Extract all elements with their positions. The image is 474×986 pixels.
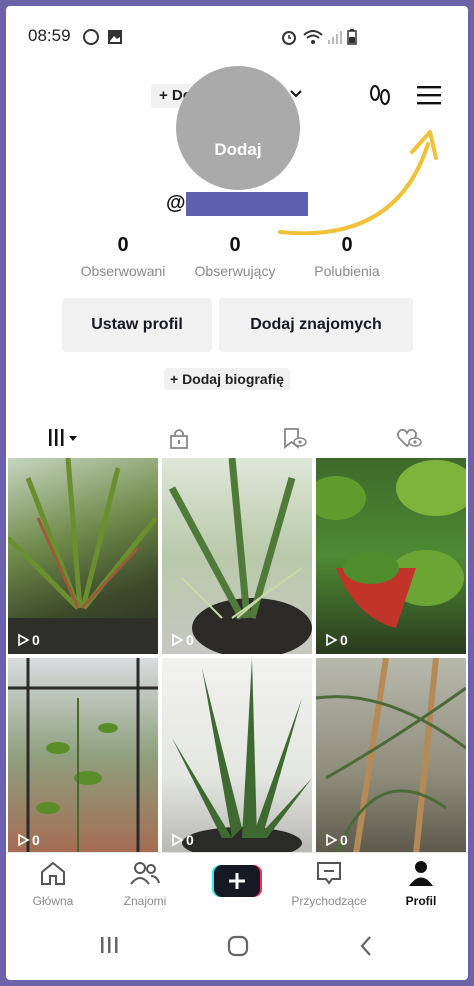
- stat-followers-value: 0: [229, 234, 241, 256]
- view-count: 0: [16, 832, 40, 848]
- tab-videos[interactable]: [6, 414, 121, 462]
- nav-home-label: Główna: [32, 894, 74, 908]
- battery-icon: [347, 29, 357, 45]
- video-thumbnail[interactable]: 0: [162, 458, 312, 654]
- setup-profile-button[interactable]: Ustaw profil: [62, 298, 212, 352]
- gallery-icon: [108, 30, 122, 44]
- footprints-icon[interactable]: [366, 82, 394, 110]
- heart-eye-icon: [396, 428, 422, 448]
- video-grid: 0 0 0 0 0 0: [8, 458, 466, 854]
- plant-thumbnail-image: [168, 458, 312, 654]
- view-count: 0: [324, 832, 348, 848]
- nav-profile-label: Profil: [405, 894, 437, 908]
- video-thumbnail[interactable]: 0: [316, 658, 466, 854]
- bookmark-eye-icon: [283, 428, 307, 449]
- friends-icon: [130, 862, 160, 885]
- phone-screen: 08:59 + Dodaj nazwę Dodaj @ 0 Obserwowan…: [6, 6, 468, 980]
- whatsapp-icon: [83, 29, 99, 45]
- avatar-add-label: Dodaj: [214, 140, 262, 159]
- content-tabs: [6, 414, 468, 462]
- status-time: 08:59: [28, 26, 71, 45]
- handle-prefix: @: [166, 192, 186, 214]
- handle-redaction: [186, 192, 308, 216]
- plant-thumbnail-image: [316, 460, 466, 628]
- plant-thumbnail-image: [316, 658, 466, 854]
- home-icon: [41, 861, 65, 885]
- play-icon: [172, 833, 184, 847]
- stat-following[interactable]: 0 Obserwowani: [68, 234, 178, 279]
- plant-thumbnail-image: [8, 658, 158, 854]
- nav-friends[interactable]: Znajomi: [100, 859, 190, 908]
- status-bar: 08:59: [6, 24, 468, 50]
- home-system-icon[interactable]: [226, 934, 250, 958]
- play-icon: [18, 633, 30, 647]
- signal-icon: [328, 31, 342, 44]
- tab-saved[interactable]: [236, 414, 351, 462]
- video-thumbnail[interactable]: 0: [8, 658, 158, 854]
- video-thumbnail[interactable]: 0: [316, 458, 466, 654]
- system-navigation-bar: [6, 916, 468, 980]
- profile-icon: [409, 861, 433, 886]
- nav-home[interactable]: Główna: [8, 859, 98, 908]
- tab-private[interactable]: [121, 414, 236, 462]
- stat-likes[interactable]: 0 Polubienia: [292, 234, 402, 279]
- lock-icon: [169, 429, 188, 449]
- stat-likes-label: Polubienia: [314, 263, 380, 279]
- play-icon: [326, 633, 338, 647]
- add-friends-button[interactable]: Dodaj znajomych: [219, 298, 413, 352]
- view-count: 0: [170, 832, 194, 848]
- bottom-navigation: Główna Znajomi Przychodzące Profil: [6, 852, 468, 915]
- alarm-icon: [282, 31, 296, 45]
- menu-icon[interactable]: [416, 84, 442, 106]
- annotation-arrow: [278, 130, 438, 236]
- video-thumbnail[interactable]: 0: [8, 458, 158, 654]
- stat-followers-label: Obserwujący: [194, 263, 276, 279]
- stat-followers[interactable]: 0 Obserwujący: [180, 234, 290, 279]
- recent-apps-icon[interactable]: [98, 934, 122, 956]
- nav-inbox[interactable]: Przychodzące: [282, 859, 376, 908]
- stat-following-label: Obserwowani: [80, 263, 166, 279]
- play-icon: [172, 633, 184, 647]
- wifi-icon: [303, 30, 323, 44]
- add-bio-button[interactable]: + Dodaj biografię: [164, 368, 290, 390]
- stat-likes-value: 0: [341, 234, 353, 256]
- plant-thumbnail-image: [172, 658, 312, 854]
- play-icon: [18, 833, 30, 847]
- nav-profile[interactable]: Profil: [376, 859, 466, 908]
- create-plus-button[interactable]: [212, 865, 262, 897]
- play-icon: [326, 833, 338, 847]
- tab-liked[interactable]: [351, 414, 466, 462]
- stat-following-value: 0: [117, 234, 129, 256]
- nav-friends-label: Znajomi: [123, 894, 167, 908]
- view-count: 0: [324, 632, 348, 648]
- view-count: 0: [170, 632, 194, 648]
- back-icon[interactable]: [356, 934, 376, 958]
- plant-thumbnail-image: [8, 458, 158, 654]
- view-count: 0: [16, 632, 40, 648]
- video-thumbnail[interactable]: 0: [162, 658, 312, 854]
- nav-inbox-label: Przychodzące: [291, 894, 367, 908]
- videos-grid-icon: [48, 429, 77, 446]
- avatar[interactable]: Dodaj: [176, 66, 300, 190]
- inbox-icon: [317, 862, 341, 885]
